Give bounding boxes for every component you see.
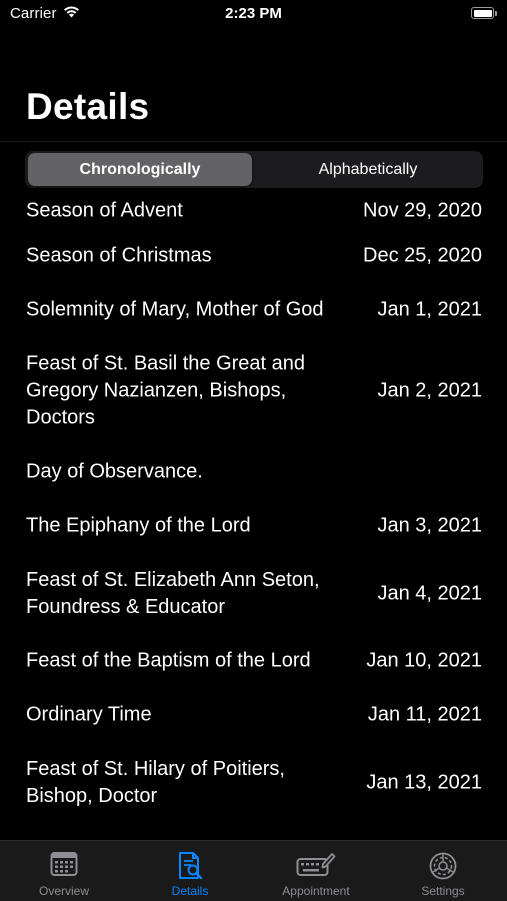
list-item-note[interactable]: Day of Observance. <box>0 445 507 499</box>
event-name: Season of Christmas <box>26 244 212 267</box>
event-name: Feast of St. Basil the Great and Gregory… <box>26 352 306 429</box>
tab-label: Details <box>171 884 209 898</box>
event-date: Jan 4, 2021 <box>377 582 482 604</box>
event-date: Jan 13, 2021 <box>366 771 482 793</box>
calendar-icon <box>50 851 78 882</box>
event-date: Nov 29, 2020 <box>363 199 482 221</box>
list-item[interactable]: Ordinary Time Jan 11, 2021 <box>0 688 507 742</box>
keyboard-pen-icon <box>296 851 336 882</box>
events-list: Season of Advent Nov 29, 2020 Season of … <box>0 192 507 823</box>
header-divider <box>0 141 507 142</box>
page-title: Details <box>26 86 150 127</box>
list-item[interactable]: Solemnity of Mary, Mother of God Jan 1, … <box>0 283 507 337</box>
battery-icon <box>471 7 497 19</box>
list-item[interactable]: Season of Christmas Dec 25, 2020 <box>0 229 507 283</box>
event-date: Jan 2, 2021 <box>377 379 482 402</box>
event-date: Dec 25, 2020 <box>363 244 482 267</box>
event-name: Feast of St. Elizabeth Ann Seton, Foundr… <box>26 568 320 618</box>
event-name: Ordinary Time <box>26 703 152 726</box>
event-date: Jan 11, 2021 <box>367 703 482 726</box>
status-time: 2:23 PM <box>225 5 282 22</box>
event-name: Feast of the Baptism of the Lord <box>26 649 311 672</box>
list-item[interactable]: Season of Advent Nov 29, 2020 <box>0 192 507 229</box>
tab-overview[interactable]: Overview <box>1 841 127 901</box>
event-name: The Epiphany of the Lord <box>26 514 251 537</box>
tab-bar: Overview Details Appointment Settings <box>0 840 507 901</box>
segment-alphabetically[interactable]: Alphabetically <box>255 153 481 186</box>
sort-segmented-control[interactable]: Chronologically Alphabetically <box>25 151 483 188</box>
event-name: Feast of St. Hilary of Poitiers, Bishop,… <box>26 757 285 807</box>
tab-appointment[interactable]: Appointment <box>253 841 379 901</box>
event-date: Jan 3, 2021 <box>377 514 482 537</box>
tab-details[interactable]: Details <box>127 841 253 901</box>
list-item[interactable]: Feast of the Baptism of the Lord Jan 10,… <box>0 634 507 688</box>
event-note: Day of Observance. <box>26 460 203 483</box>
tab-settings[interactable]: Settings <box>380 841 506 901</box>
tab-label: Settings <box>421 884 465 898</box>
event-date: Jan 1, 2021 <box>377 298 482 321</box>
event-date: Jan 10, 2021 <box>366 649 482 672</box>
status-bar: Carrier 2:23 PM <box>0 0 507 30</box>
list-item[interactable]: Feast of St. Basil the Great and Gregory… <box>0 337 507 445</box>
list-item[interactable]: Feast of St. Elizabeth Ann Seton, Foundr… <box>0 553 507 634</box>
event-name: Solemnity of Mary, Mother of God <box>26 298 324 321</box>
document-search-icon <box>176 851 204 886</box>
tab-label: Overview <box>38 884 89 898</box>
segment-chronologically[interactable]: Chronologically <box>28 153 252 186</box>
list-item[interactable]: The Epiphany of the Lord Jan 3, 2021 <box>0 499 507 553</box>
event-name: Season of Advent <box>26 199 183 221</box>
tab-label: Appointment <box>282 884 350 898</box>
gear-icon <box>428 851 458 886</box>
list-item[interactable]: Feast of St. Hilary of Poitiers, Bishop,… <box>0 742 507 823</box>
